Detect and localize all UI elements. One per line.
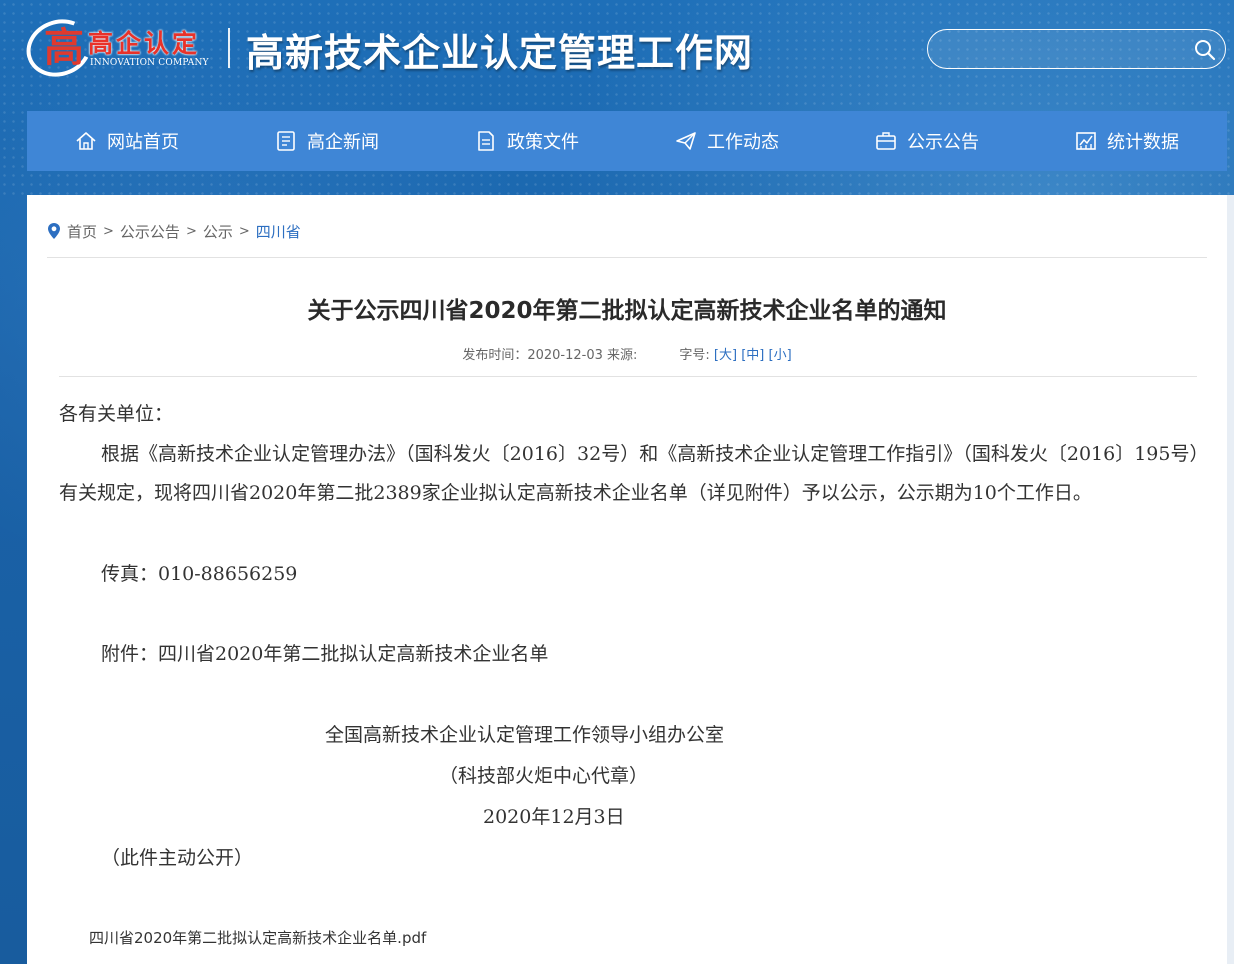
search-icon xyxy=(1195,40,1216,61)
nav-label: 统计数据 xyxy=(1107,132,1179,153)
document-icon xyxy=(478,131,494,151)
paper-plane-icon xyxy=(676,132,696,150)
signature-org: 全国高新技术企业认定管理工作领导小组办公室 xyxy=(325,724,725,746)
nav-item-news[interactable]: 高企新闻 xyxy=(227,111,427,171)
main-paragraph: 根据《高新技术企业认定管理办法》（国科发火〔2016〕32号）和《高新技术企业认… xyxy=(59,443,1199,504)
nav-item-policy[interactable]: 政策文件 xyxy=(427,111,627,171)
nav-item-stats[interactable]: 统计数据 xyxy=(1027,111,1227,171)
search-button[interactable] xyxy=(1193,38,1217,62)
site-title: 高新技术企业认定管理工作网 xyxy=(246,30,754,75)
divider xyxy=(59,376,1197,377)
nav-item-notice[interactable]: 公示公告 xyxy=(827,111,1027,171)
signature-date: 2020年12月3日 xyxy=(483,806,625,828)
nav-label: 高企新闻 xyxy=(307,132,379,153)
publish-date: 发布时间：2020-12-03 来源: xyxy=(462,348,638,363)
article-meta: 发布时间：2020-12-03 来源: 字号: [大] [中] [小] xyxy=(27,344,1227,363)
header-divider xyxy=(228,28,230,68)
site-header: 高 高企认定 INNOVATION COMPANY 高新技术企业认定管理工作网 xyxy=(0,0,1234,110)
main-nav: 网站首页 高企新闻 政策文件 工作动态 公示公告 统计数据 xyxy=(27,111,1227,171)
salutation: 各有关单位： xyxy=(59,403,174,425)
article-title: 关于公示四川省2020年第二批拟认定高新技术企业名单的通知 xyxy=(307,298,947,324)
briefcase-icon xyxy=(876,132,896,150)
logo-mark-icon: 高 xyxy=(44,24,84,71)
font-small-button[interactable]: [小] xyxy=(769,348,792,363)
search-input[interactable] xyxy=(944,38,1184,60)
content-panel: 首页 > 公示公告 > 公示 > 四川省 关于公示四川省2020年第二批拟认定高… xyxy=(27,195,1227,964)
breadcrumb-separator: > xyxy=(185,223,197,239)
nav-item-work[interactable]: 工作动态 xyxy=(627,111,827,171)
breadcrumb-publicity[interactable]: 公示 xyxy=(203,221,233,242)
breadcrumb-sichuan[interactable]: 四川省 xyxy=(256,221,301,242)
site-logo[interactable]: 高 高企认定 INNOVATION COMPANY xyxy=(18,10,216,86)
signature-seal: （科技部火炬中心代章） xyxy=(439,765,649,787)
nav-item-home[interactable]: 网站首页 xyxy=(27,111,227,171)
chart-icon xyxy=(1076,132,1096,150)
breadcrumb-separator: > xyxy=(103,223,114,239)
fax-line: 传真：010-88656259 xyxy=(101,563,298,585)
divider xyxy=(47,257,1207,258)
home-icon xyxy=(76,132,96,150)
news-icon xyxy=(277,131,295,151)
search-box xyxy=(927,29,1226,69)
breadcrumb: 首页 > 公示公告 > 公示 > 四川省 xyxy=(47,221,301,241)
nav-label: 工作动态 xyxy=(707,132,779,153)
disclosure-note: （此件主动公开） xyxy=(101,847,254,869)
nav-label: 政策文件 xyxy=(507,132,579,153)
logo-text-cn: 高企认定 xyxy=(88,29,201,58)
location-pin-icon xyxy=(48,223,60,239)
nav-label: 公示公告 xyxy=(907,132,979,153)
font-size-label: 字号: xyxy=(679,348,710,363)
font-large-button[interactable]: [大] xyxy=(714,348,737,363)
breadcrumb-separator: > xyxy=(238,223,250,239)
nav-label: 网站首页 xyxy=(107,132,179,153)
font-medium-button[interactable]: [中] xyxy=(741,348,764,363)
scrollbar[interactable] xyxy=(1227,195,1234,964)
logo-text-en: INNOVATION COMPANY xyxy=(90,58,209,68)
attachment-file-link[interactable]: 四川省2020年第二批拟认定高新技术企业名单.pdf xyxy=(89,927,426,948)
breadcrumb-home[interactable]: 首页 xyxy=(67,221,97,242)
attachment-note: 附件：四川省2020年第二批拟认定高新技术企业名单 xyxy=(101,643,549,665)
breadcrumb-notices[interactable]: 公示公告 xyxy=(120,221,180,242)
